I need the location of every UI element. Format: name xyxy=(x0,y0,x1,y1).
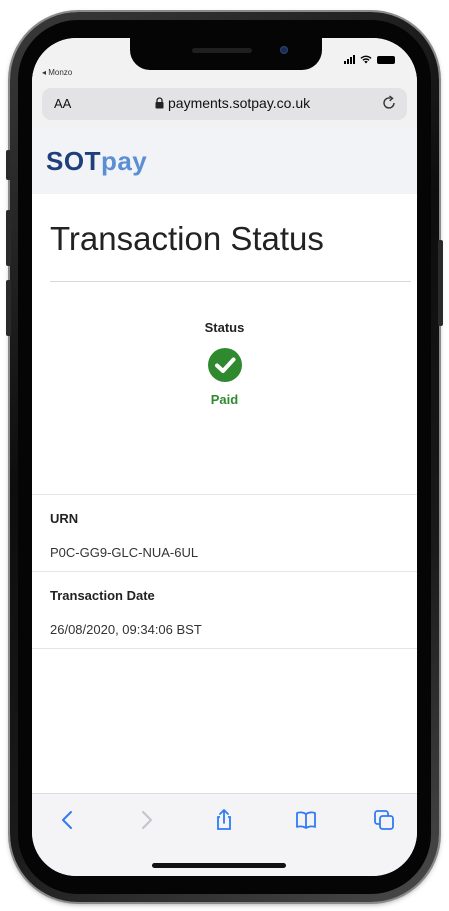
notch xyxy=(130,38,322,70)
back-icon[interactable] xyxy=(56,808,80,832)
urn-label: URN xyxy=(50,511,79,526)
status-icons xyxy=(344,55,395,64)
forward-icon[interactable] xyxy=(134,808,158,832)
site-header: SOTpay xyxy=(32,128,417,194)
power-button xyxy=(438,240,443,326)
title-divider xyxy=(50,281,411,282)
url-field[interactable]: AA payments.sotpay.co.uk xyxy=(42,88,407,120)
front-camera xyxy=(280,46,288,54)
sotpay-logo[interactable]: SOTpay xyxy=(46,146,147,177)
volume-down-button xyxy=(6,280,11,336)
bookmarks-icon[interactable] xyxy=(294,808,318,832)
transaction-date-value: 26/08/2020, 09:34:06 BST xyxy=(50,622,202,637)
battery-icon xyxy=(377,56,395,64)
logo-sot: SOT xyxy=(46,146,101,176)
speaker-grille xyxy=(192,48,252,53)
url-text: payments.sotpay.co.uk xyxy=(168,95,311,111)
transaction-date-label: Transaction Date xyxy=(50,588,155,603)
status-label: Status xyxy=(204,320,245,335)
signal-icon xyxy=(344,55,355,64)
back-to-app-link[interactable]: ◂ Monzo xyxy=(42,68,72,77)
urn-value: P0C-GG9-GLC-NUA-6UL xyxy=(50,545,199,560)
address-bar: AA payments.sotpay.co.uk xyxy=(32,82,417,128)
reload-icon[interactable] xyxy=(381,95,397,111)
lock-icon xyxy=(155,97,164,109)
volume-up-button xyxy=(6,210,11,266)
browser-toolbar xyxy=(32,793,417,876)
logo-pay: pay xyxy=(100,146,148,176)
tabs-icon[interactable] xyxy=(372,808,396,832)
phone-screen: ◂ Monzo AA payments.sotpay.co.uk SOTpay … xyxy=(32,38,417,876)
status-value: Paid xyxy=(210,392,239,407)
text-size-button[interactable]: AA xyxy=(54,96,71,111)
mute-switch xyxy=(6,150,11,180)
home-indicator[interactable] xyxy=(152,863,286,868)
urn-row: URN P0C-GG9-GLC-NUA-6UL xyxy=(32,494,417,571)
transaction-date-row: Transaction Date 26/08/2020, 09:34:06 BS… xyxy=(32,571,417,649)
share-icon[interactable] xyxy=(212,808,236,832)
page-title: Transaction Status xyxy=(50,220,324,257)
wifi-icon xyxy=(360,55,372,64)
check-circle-icon xyxy=(208,348,242,382)
